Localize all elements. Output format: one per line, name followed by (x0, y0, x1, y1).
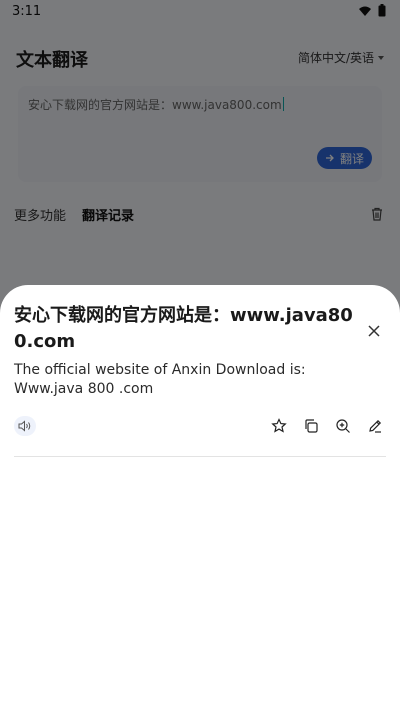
speaker-icon (18, 420, 31, 432)
edit-button[interactable] (366, 417, 384, 435)
pencil-icon (369, 419, 382, 433)
close-icon (368, 325, 380, 337)
translated-text: The official website of Anxin Download i… (14, 362, 306, 397)
star-icon (271, 418, 287, 433)
divider (14, 456, 386, 457)
zoom-button[interactable] (334, 417, 352, 435)
translation-result-sheet: 安心下载网的官方网站是：www.java800.com The official… (0, 285, 400, 712)
source-text: 安心下载网的官方网站是：www.java800.com (14, 305, 353, 352)
copy-icon (305, 419, 318, 433)
close-button[interactable] (364, 321, 384, 341)
zoom-in-icon (336, 419, 350, 433)
speak-button[interactable] (14, 416, 36, 436)
favorite-button[interactable] (270, 417, 288, 435)
copy-button[interactable] (302, 417, 320, 435)
action-bar (270, 417, 384, 435)
